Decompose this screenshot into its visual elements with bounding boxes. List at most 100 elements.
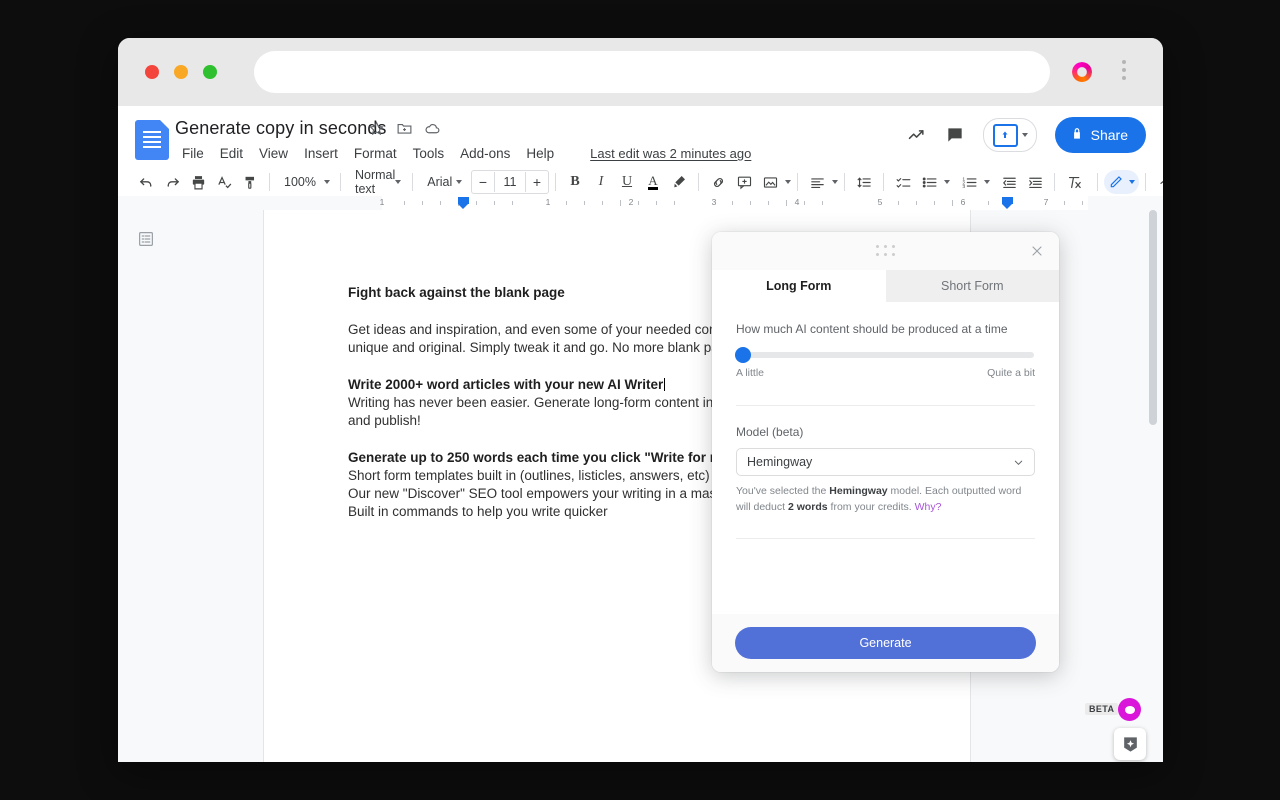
checklist-icon[interactable] <box>890 169 916 195</box>
left-indent-marker[interactable] <box>458 197 469 209</box>
helper-part3: from your credits. <box>827 500 915 513</box>
clear-formatting-icon[interactable] <box>1061 169 1087 195</box>
underline-button[interactable]: U <box>614 169 640 195</box>
numbered-list-icon[interactable]: 123 <box>956 169 982 195</box>
spellcheck-icon[interactable] <box>211 169 237 195</box>
ai-writer-panel[interactable]: Long Form Short Form How much AI content… <box>712 232 1059 672</box>
font-family-selector[interactable]: Arial <box>419 170 467 194</box>
ai-panel-tabs: Long Form Short Form <box>712 270 1059 302</box>
move-to-folder-icon[interactable] <box>396 120 413 137</box>
zoom-value: 100% <box>284 175 316 189</box>
model-select[interactable]: Hemingway <box>736 448 1035 476</box>
chevron-down-icon[interactable] <box>1021 133 1028 137</box>
chevron-down-icon[interactable] <box>984 180 990 184</box>
insert-link-icon[interactable] <box>705 169 731 195</box>
paragraph-style-value: Normal text <box>354 168 396 196</box>
comment-icon[interactable] <box>945 125 965 145</box>
menu-bar: File Edit View Insert Format Tools Add-o… <box>174 143 751 164</box>
helper-part1: You've selected the <box>736 485 830 497</box>
font-size-increase-button[interactable]: + <box>526 174 548 190</box>
toolbar-divider <box>339 173 341 191</box>
model-select-value: Hemingway <box>747 455 813 469</box>
line-spacing-icon[interactable] <box>851 169 877 195</box>
font-size-input[interactable]: 11 <box>494 172 526 192</box>
text-color-label: A <box>648 172 658 190</box>
brand-ring-icon[interactable] <box>1072 62 1092 82</box>
document-outline-icon[interactable] <box>133 226 159 252</box>
slider-min-label: A little <box>736 367 765 379</box>
ruler-number: 7 <box>1043 197 1049 207</box>
ai-panel-header[interactable] <box>712 232 1059 270</box>
brand-circle-icon[interactable] <box>1118 698 1141 721</box>
paragraph-style-selector[interactable]: Normal text <box>347 168 406 196</box>
align-left-icon[interactable] <box>804 169 830 195</box>
menu-view[interactable]: View <box>251 143 296 164</box>
zoom-selector[interactable]: 100% <box>276 170 334 194</box>
insert-image-icon[interactable] <box>757 169 783 195</box>
drag-handle-dots-icon[interactable] <box>875 245 896 257</box>
toolbar-divider <box>412 173 414 191</box>
window-traffic-lights <box>145 65 217 79</box>
toolbar-divider <box>698 173 699 191</box>
address-bar[interactable] <box>254 51 1050 93</box>
explore-sparkle-icon[interactable] <box>1114 728 1146 760</box>
content-amount-slider[interactable] <box>735 347 1034 363</box>
cloud-saved-icon[interactable] <box>424 120 441 137</box>
kebab-menu-icon[interactable] <box>1122 60 1126 80</box>
close-window-button[interactable] <box>145 65 159 79</box>
minimize-window-button[interactable] <box>174 65 188 79</box>
italic-button[interactable]: I <box>588 169 614 195</box>
menu-format[interactable]: Format <box>346 143 405 164</box>
present-button[interactable] <box>982 118 1037 152</box>
paint-format-icon[interactable] <box>237 169 263 195</box>
increase-indent-icon[interactable] <box>1022 169 1048 195</box>
font-size-decrease-button[interactable]: − <box>472 174 494 190</box>
why-link[interactable]: Why? <box>915 501 942 513</box>
undo-icon[interactable] <box>133 169 159 195</box>
pencil-icon <box>1108 174 1124 190</box>
menu-edit[interactable]: Edit <box>212 143 251 164</box>
print-icon[interactable] <box>185 169 211 195</box>
ai-panel-footer: Generate <box>712 614 1059 672</box>
toolbar-divider <box>1145 173 1146 191</box>
share-button[interactable]: Share <box>1054 117 1146 153</box>
slider-thumb[interactable] <box>735 347 751 363</box>
chevron-up-icon[interactable] <box>1152 169 1163 195</box>
last-edit-status[interactable]: Last edit was 2 minutes ago <box>590 146 751 161</box>
highlight-pen-icon[interactable] <box>666 169 692 195</box>
document-scrollbar[interactable] <box>1149 210 1157 425</box>
page-title[interactable]: Generate copy in seconds <box>175 118 387 139</box>
generate-button[interactable]: Generate <box>735 627 1036 659</box>
editing-mode-button[interactable] <box>1104 170 1139 194</box>
ruler-track: 1 1 2 3 4 5 6 7 <box>380 196 1088 210</box>
menu-tools[interactable]: Tools <box>405 143 453 164</box>
right-indent-marker[interactable] <box>1002 197 1013 209</box>
model-label: Model (beta) <box>736 425 804 439</box>
tab-long-form[interactable]: Long Form <box>712 270 886 302</box>
menu-file[interactable]: File <box>174 143 212 164</box>
trending-up-icon[interactable] <box>907 125 927 145</box>
decrease-indent-icon[interactable] <box>996 169 1022 195</box>
beta-badge: BETA <box>1085 703 1119 715</box>
close-icon[interactable] <box>1026 240 1048 262</box>
document-ruler[interactable]: 1 1 2 3 4 5 6 7 <box>118 196 1163 211</box>
chevron-down-icon <box>1013 457 1024 471</box>
text-color-button[interactable]: A <box>640 169 666 195</box>
star-icon[interactable] <box>368 120 385 137</box>
svg-text:3: 3 <box>962 184 965 190</box>
menu-addons[interactable]: Add-ons <box>452 143 518 164</box>
redo-icon[interactable] <box>159 169 185 195</box>
chevron-down-icon[interactable] <box>1129 180 1135 184</box>
tab-short-form[interactable]: Short Form <box>885 270 1059 302</box>
text-cursor <box>664 378 666 392</box>
menu-insert[interactable]: Insert <box>296 143 346 164</box>
bold-button[interactable]: B <box>562 169 588 195</box>
ruler-number: 2 <box>628 197 634 207</box>
chevron-down-icon[interactable] <box>944 180 950 184</box>
bulleted-list-icon[interactable] <box>916 169 942 195</box>
menu-help[interactable]: Help <box>518 143 562 164</box>
chevron-down-icon[interactable] <box>785 180 791 184</box>
add-comment-icon[interactable] <box>731 169 757 195</box>
chevron-down-icon[interactable] <box>832 180 838 184</box>
maximize-window-button[interactable] <box>203 65 217 79</box>
